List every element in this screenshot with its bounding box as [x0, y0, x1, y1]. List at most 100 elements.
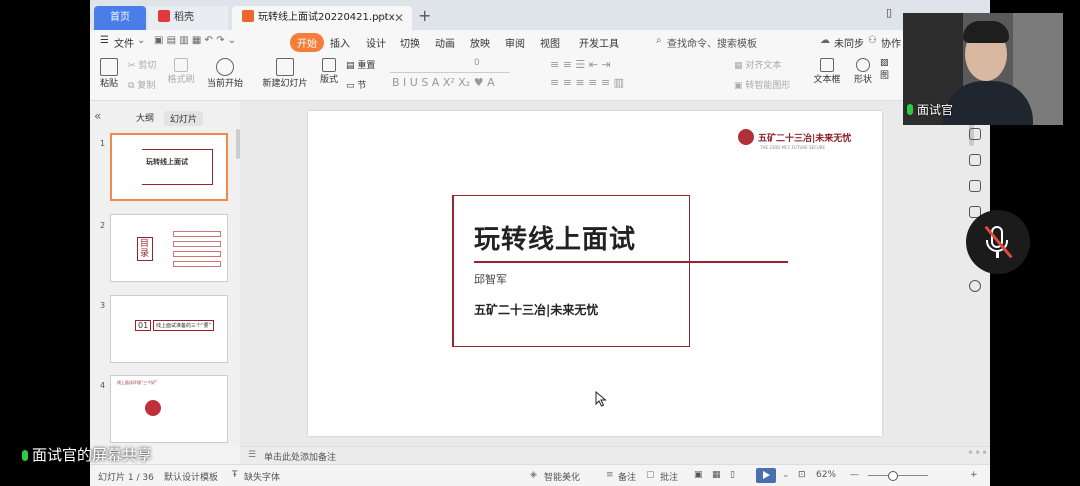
command-search[interactable]: 查找命令、搜索模板 [667, 35, 757, 50]
slide-organization[interactable]: 五矿二十三冶|未来无忧 [474, 301, 598, 318]
fit-window-icon[interactable]: ⊡ [798, 470, 806, 480]
play-options-chevron-icon[interactable]: ⌄ [782, 470, 790, 480]
slide-logo: 五矿二十三冶|未来无忧 THE 23RD MCC FUTURE SECURE [738, 129, 851, 150]
picture-button[interactable]: ▨ 图 [880, 58, 900, 81]
settings-sliders-icon[interactable] [969, 154, 981, 166]
tab-outline[interactable]: 大纲 [136, 111, 154, 124]
new-slide-button[interactable]: 新建幻灯片 [260, 58, 310, 89]
reset-button[interactable]: ▤ 重置 [346, 58, 380, 71]
mute-microphone-button[interactable] [966, 210, 1030, 274]
pin-icon[interactable] [969, 128, 981, 140]
slide-thumbnail-1[interactable]: 玩转线上面试 [110, 133, 228, 201]
play-circle-icon [216, 58, 234, 76]
menu-bar: ☰ 文件 ⌄ ▣ ▤ ▥ ▦ ↶ ↷ ⌄ 开始 插入 设计 切换 动画 放映 审… [90, 30, 990, 54]
reading-view-icon[interactable]: ▯ [730, 470, 735, 480]
font-size-select[interactable]: 0 [474, 58, 480, 68]
layout-label: 版式 [319, 75, 338, 85]
slide-presenter[interactable]: 邱智军 [474, 271, 507, 287]
menu-start[interactable]: 开始 [290, 33, 324, 52]
menu-insert[interactable]: 插入 [330, 35, 350, 50]
smart-shape-button[interactable]: ▣ 转智能图形 [734, 78, 804, 91]
normal-view-icon[interactable]: ▣ [694, 470, 703, 480]
copy-icon: ⧉ [128, 81, 135, 91]
zoom-level[interactable]: 62% [816, 470, 836, 480]
layout-icon [322, 58, 336, 72]
slide-thumbnail-3[interactable]: 01 线上面试准备的三个“要” [110, 295, 228, 363]
notes-toggle-button[interactable]: 备注 [618, 470, 636, 483]
copy-button[interactable]: ⧉ 复制 [128, 78, 162, 91]
menu-transition[interactable]: 切换 [400, 35, 420, 50]
align-text-button[interactable]: ▦ 对齐文本 [734, 58, 792, 71]
tab-home[interactable]: 首页 [94, 6, 146, 30]
menu-file[interactable]: 文件 [114, 35, 134, 50]
menu-design[interactable]: 设计 [366, 35, 386, 50]
tab-document[interactable]: 玩转线上面试20220421.pptx ▭ ✕ [232, 6, 412, 30]
star-icon[interactable] [969, 180, 981, 192]
cut-button[interactable]: ✂ 剪切 [128, 58, 162, 71]
menu-slideshow[interactable]: 放映 [470, 35, 490, 50]
location-icon[interactable] [969, 280, 981, 292]
slide-number: 2 [100, 221, 106, 230]
paste-button[interactable]: 粘贴 [96, 58, 122, 89]
right-side-toolbar [965, 100, 989, 446]
collaborate-button[interactable]: 协作 [881, 35, 901, 50]
smart-beautify-button[interactable]: 智能美化 [544, 470, 580, 483]
slide-sorter-icon[interactable]: ▦ [712, 470, 721, 480]
template-name[interactable]: 默认设计模板 [164, 470, 218, 483]
shape-button[interactable]: 形状 [848, 58, 878, 85]
menu-animation[interactable]: 动画 [435, 35, 455, 50]
zoom-out-icon[interactable]: — [850, 470, 859, 480]
monitor-icon[interactable]: ▭ [377, 6, 386, 30]
zoom-in-icon[interactable]: + [970, 470, 978, 480]
sync-status[interactable]: 未同步 [834, 35, 864, 50]
thumb2-title: 目录 [137, 237, 153, 261]
zoom-slider-track[interactable] [868, 475, 928, 476]
menu-view[interactable]: 视图 [540, 35, 560, 50]
beautify-icon: ◈ [530, 470, 537, 480]
font-name-select[interactable] [390, 58, 510, 73]
hamburger-icon[interactable]: ☰ [100, 35, 109, 46]
textbox-button[interactable]: 文本框 [810, 58, 844, 85]
missing-font-button[interactable]: 缺失字体 [244, 470, 280, 483]
clipboard-icon [100, 58, 118, 76]
notes-pane[interactable]: ☰ 单击此处添加备注 [240, 446, 990, 465]
reset-label: 重置 [357, 61, 376, 71]
zoom-slider-knob[interactable] [888, 471, 898, 481]
quick-access-icons[interactable]: ▣ ▤ ▥ ▦ ↶ ↷ ⌄ [154, 35, 236, 46]
tab-slides[interactable]: 幻灯片 [164, 111, 204, 126]
thumb2-row [173, 241, 221, 247]
menu-developer[interactable]: 开发工具 [579, 35, 619, 50]
chevron-down-icon[interactable]: ⌄ [137, 35, 145, 46]
paragraph-icons-row2[interactable]: ≡ ≡ ≡ ≡ ≡ ▥ [550, 76, 624, 89]
section-button[interactable]: ▭ 节 [346, 78, 380, 91]
slide-thumbnail-2[interactable]: 目录 [110, 214, 228, 282]
paragraph-icons-row1[interactable]: ≡ ≡ ☰ ⇤ ⇥ [550, 58, 611, 71]
new-tab-plus-icon[interactable]: + [418, 6, 431, 25]
slideshow-play-button[interactable] [756, 468, 776, 483]
close-tab-icon[interactable]: ✕ [394, 6, 404, 30]
screen-share-text: 面试官的屏幕共享 [32, 446, 153, 464]
more-options-icon[interactable]: ••• [967, 446, 988, 460]
tab-docer[interactable]: 稻壳 [148, 6, 228, 30]
slide-title[interactable]: 玩转线上面试 [474, 219, 636, 256]
slide-canvas[interactable]: 五矿二十三冶|未来无忧 THE 23RD MCC FUTURE SECURE 玩… [308, 111, 882, 436]
font-format-icons[interactable]: B I U S A X² X₂ ♥ A [392, 76, 495, 89]
comments-button[interactable]: 批注 [660, 470, 678, 483]
notes-icon: ☰ [248, 450, 257, 460]
panel-tabs: 大纲 幻灯片 [90, 107, 240, 127]
slide-thumbnail-4[interactable]: 线上面试环境“三个好” [110, 375, 228, 443]
microphone-active-icon [22, 450, 28, 461]
thumb2-row [173, 231, 221, 237]
from-current-button[interactable]: 当前开始 [202, 58, 248, 89]
shape-icon [856, 58, 870, 72]
notes-toggle-icon: ≡ [606, 470, 614, 480]
menu-review[interactable]: 审阅 [505, 35, 525, 50]
scissors-icon: ✂ [128, 61, 136, 71]
pptx-file-icon [242, 10, 254, 22]
company-seal-icon [738, 129, 754, 145]
smart-shape-icon: ▣ [734, 81, 743, 91]
window-layout-icon[interactable]: ▯ [886, 6, 892, 19]
layout-button[interactable]: 版式 [316, 58, 342, 85]
thumb4-title: 线上面试环境“三个好” [117, 380, 158, 385]
format-painter-button[interactable]: 格式刷 [164, 58, 198, 85]
